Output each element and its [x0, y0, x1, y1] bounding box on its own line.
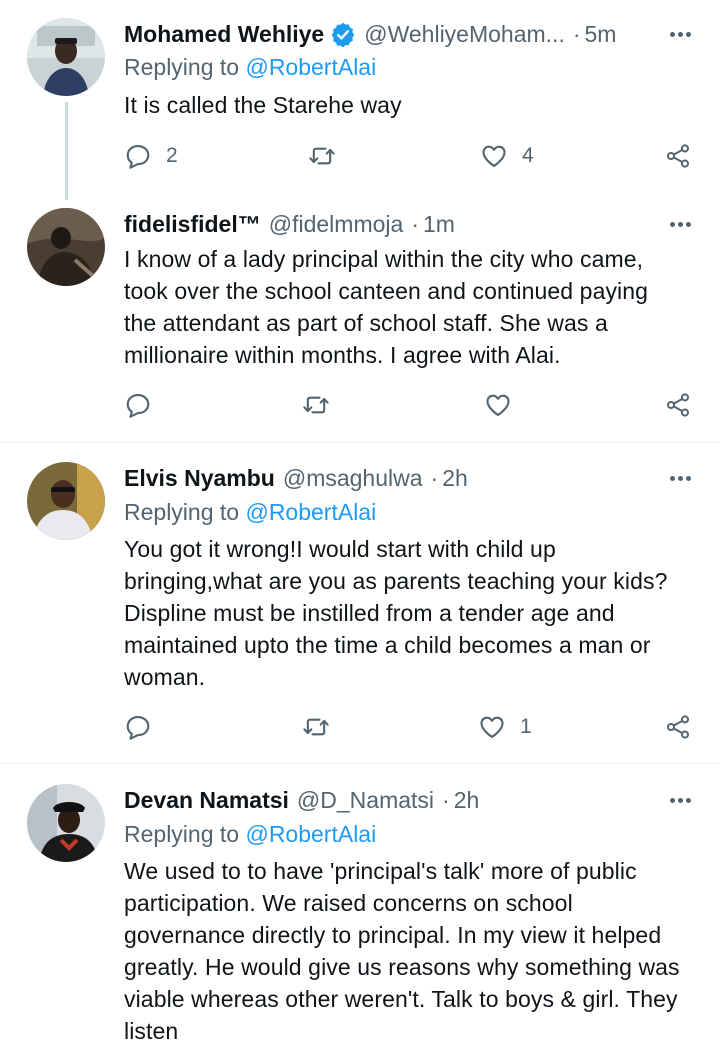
user-handle[interactable]: @D_Namatsi — [297, 787, 434, 814]
display-name[interactable]: Mohamed Wehliye — [124, 21, 324, 48]
share-icon — [664, 142, 692, 170]
like-count: 4 — [522, 144, 534, 167]
tweet-header: fidelisfidel™ @fidelmmoja · 1m — [124, 207, 455, 241]
tweet-text: You got it wrong!I would start with chil… — [124, 533, 704, 693]
replying-to-label: Replying to — [124, 499, 240, 525]
avatar[interactable] — [27, 462, 105, 540]
share-button[interactable] — [664, 710, 692, 744]
reply-icon — [124, 713, 152, 741]
replying-to-label: Replying to — [124, 54, 240, 80]
reply-button[interactable]: 2 — [124, 139, 178, 173]
display-name[interactable]: Devan Namatsi — [124, 787, 289, 814]
retweet-button[interactable] — [302, 388, 330, 422]
tweet-text-line: I know of a lady principal within the ci… — [124, 246, 644, 272]
tweet-text-line: millionaire within months. I agree with … — [124, 342, 561, 368]
reply-count: 2 — [166, 144, 178, 167]
separator: · — [430, 464, 439, 491]
more-icon[interactable] — [668, 17, 692, 51]
retweet-icon — [302, 713, 330, 741]
more-icon[interactable] — [668, 783, 692, 817]
tweet-text-line: greatly. He would give us reasons why so… — [124, 954, 680, 980]
separator: · — [572, 20, 581, 47]
tweet-text-line: We used to to have 'principal's talk' mo… — [124, 858, 637, 884]
share-icon — [664, 713, 692, 741]
mention-link[interactable]: @RobertAlai — [245, 821, 376, 847]
tweet-text-line: You got it wrong!I would start with chil… — [124, 536, 556, 562]
heart-icon — [480, 142, 508, 170]
tweet-actions: 2 4 — [124, 139, 696, 173]
tweet-text: It is called the Starehe way — [124, 89, 704, 121]
verified-badge-icon — [330, 21, 356, 48]
tweet-header: Mohamed Wehliye @WehliyeMoham... · 5m — [124, 17, 616, 51]
replying-to: Replying to @RobertAlai — [124, 499, 376, 526]
reply-button[interactable] — [124, 710, 152, 744]
display-name[interactable]: fidelisfidel™ — [124, 211, 261, 238]
tweet-text-line: woman. — [124, 664, 206, 690]
separator: · — [442, 786, 450, 813]
like-button[interactable]: 4 — [480, 139, 534, 173]
retweet-button[interactable] — [302, 710, 330, 744]
timestamp[interactable]: 5m — [585, 21, 617, 48]
like-count: 1 — [520, 715, 532, 738]
tweet-text-line: took over the school canteen and continu… — [124, 278, 649, 304]
tweet-text: We used to to have 'principal's talk' mo… — [124, 855, 704, 1047]
user-handle[interactable]: @fidelmmoja — [269, 211, 404, 238]
avatar[interactable] — [27, 18, 105, 96]
tweet[interactable]: fidelisfidel™ @fidelmmoja · 1m I know of… — [0, 200, 720, 442]
reply-icon — [124, 391, 152, 419]
tweet-text-line: listen — [124, 1018, 179, 1044]
mention-link[interactable]: @RobertAlai — [245, 499, 376, 525]
like-button[interactable]: 1 — [478, 710, 532, 744]
tweet-text-line: governance directly to principal. In my … — [124, 922, 662, 948]
tweet-text-line: maintained upto the time a child becomes… — [124, 632, 651, 658]
avatar[interactable] — [27, 208, 105, 286]
tweet-actions: 1 — [124, 710, 696, 744]
tweet-text-line: It is called the Starehe way — [124, 92, 402, 118]
thread-line — [65, 102, 68, 200]
replying-to-label: Replying to — [124, 821, 240, 847]
tweet[interactable]: Devan Namatsi @D_Namatsi · 2h Replying t… — [0, 764, 720, 1052]
tweet-text-line: participation. We raised concerns on sch… — [124, 890, 573, 916]
reply-icon — [124, 142, 152, 170]
timestamp[interactable]: 2h — [454, 787, 480, 814]
more-icon[interactable] — [668, 461, 692, 495]
tweet-header: Elvis Nyambu @msaghulwa · 2h — [124, 461, 468, 495]
tweet-text: I know of a lady principal within the ci… — [124, 243, 704, 371]
tweet[interactable]: Mohamed Wehliye @WehliyeMoham... · 5m Re… — [0, 0, 720, 200]
tweet-text-line: Displine must be instilled from a tender… — [124, 600, 615, 626]
more-icon[interactable] — [668, 207, 692, 241]
tweet[interactable]: Elvis Nyambu @msaghulwa · 2h Replying to… — [0, 443, 720, 763]
share-button[interactable] — [664, 139, 692, 173]
like-button[interactable] — [484, 388, 512, 422]
tweet-text-line: the attendant as part of school staff. S… — [124, 310, 608, 336]
retweet-icon — [302, 391, 330, 419]
user-handle[interactable]: @msaghulwa — [283, 465, 423, 492]
tweet-text-line: bringing,what are you as parents teachin… — [124, 568, 668, 594]
tweet-actions — [124, 388, 696, 422]
retweet-icon — [308, 142, 336, 170]
user-handle[interactable]: @WehliyeMoham... — [364, 21, 565, 48]
reply-button[interactable] — [124, 388, 152, 422]
heart-icon — [478, 713, 506, 741]
retweet-button[interactable] — [308, 139, 336, 173]
display-name[interactable]: Elvis Nyambu — [124, 465, 275, 492]
share-button[interactable] — [664, 388, 692, 422]
avatar[interactable] — [27, 784, 105, 862]
timestamp[interactable]: 2h — [442, 465, 468, 492]
heart-icon — [484, 391, 512, 419]
replying-to: Replying to @RobertAlai — [124, 821, 376, 848]
replying-to: Replying to @RobertAlai — [124, 54, 376, 81]
mention-link[interactable]: @RobertAlai — [245, 54, 376, 80]
tweet-header: Devan Namatsi @D_Namatsi · 2h — [124, 783, 479, 817]
tweet-text-line: viable whereas other weren't. Talk to bo… — [124, 986, 678, 1012]
timestamp[interactable]: 1m — [423, 211, 455, 238]
share-icon — [664, 391, 692, 419]
separator: · — [411, 210, 419, 237]
